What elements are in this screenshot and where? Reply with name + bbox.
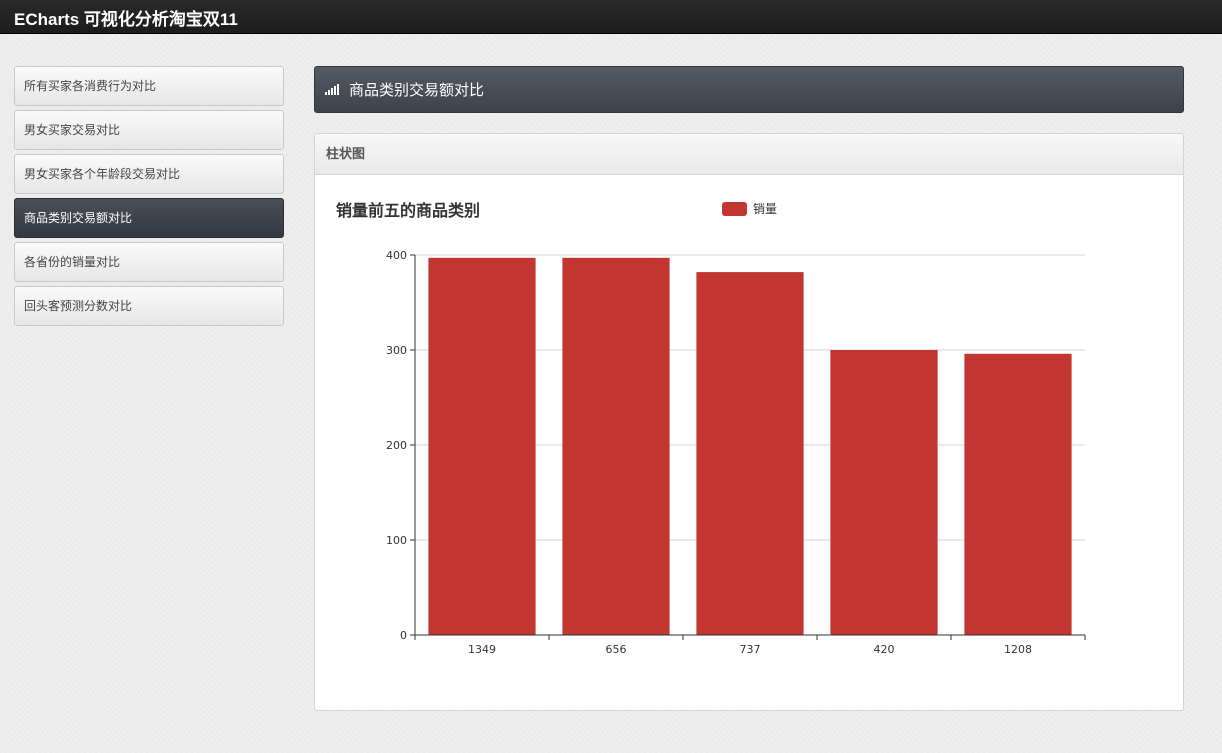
bar [696, 272, 804, 635]
panel-title: 柱状图 [315, 134, 1183, 175]
app-title[interactable]: ECharts 可视化分析淘宝双11 [14, 5, 238, 30]
chart-panel: 柱状图 销量前五的商品类别 销量 0 100 200 300 400 1349 656 737… [314, 133, 1184, 711]
bar [830, 350, 938, 635]
sidebar-item-gender-age-transactions[interactable]: 男女买家各个年龄段交易对比 [14, 154, 284, 194]
top-navbar: ECharts 可视化分析淘宝双11 [0, 0, 1222, 34]
main-content: 商品类别交易额对比 柱状图 销量前五的商品类别 销量 0 100 200 300 400… [314, 66, 1184, 711]
x-tick-label: 1349 [468, 643, 496, 656]
bar-chart: 0 100 200 300 400 1349 656 737 420 1208 [386, 249, 1086, 656]
sidebar-item-province-sales[interactable]: 各省份的销量对比 [14, 242, 284, 282]
panel-body: 销量前五的商品类别 销量 0 100 200 300 400 1349 656 737 420 1… [315, 175, 1183, 710]
y-tick-label: 0 [400, 629, 407, 642]
sidebar-item-all-buyers-behavior[interactable]: 所有买家各消费行为对比 [14, 66, 284, 106]
y-tick-label: 400 [386, 249, 407, 262]
sidebar: 所有买家各消费行为对比 男女买家交易对比 男女买家各个年龄段交易对比 商品类别交… [14, 66, 284, 330]
page-title: 商品类别交易额对比 [349, 81, 485, 99]
x-tick-label: 420 [874, 643, 895, 656]
y-tick-label: 200 [386, 439, 407, 452]
signal-icon [325, 84, 339, 95]
bar [562, 257, 670, 635]
x-tick-label: 737 [740, 643, 761, 656]
x-tick-label: 656 [606, 643, 627, 656]
y-tick-label: 100 [386, 534, 407, 547]
sidebar-item-category-transactions[interactable]: 商品类别交易额对比 [14, 198, 284, 238]
bar [428, 257, 536, 635]
y-tick-label: 300 [386, 344, 407, 357]
page-title-bar: 商品类别交易额对比 [314, 66, 1184, 113]
sidebar-item-repeat-buyer-score[interactable]: 回头客预测分数对比 [14, 286, 284, 326]
bar [964, 353, 1072, 635]
x-tick-label: 1208 [1004, 643, 1032, 656]
sidebar-item-gender-transactions[interactable]: 男女买家交易对比 [14, 110, 284, 150]
